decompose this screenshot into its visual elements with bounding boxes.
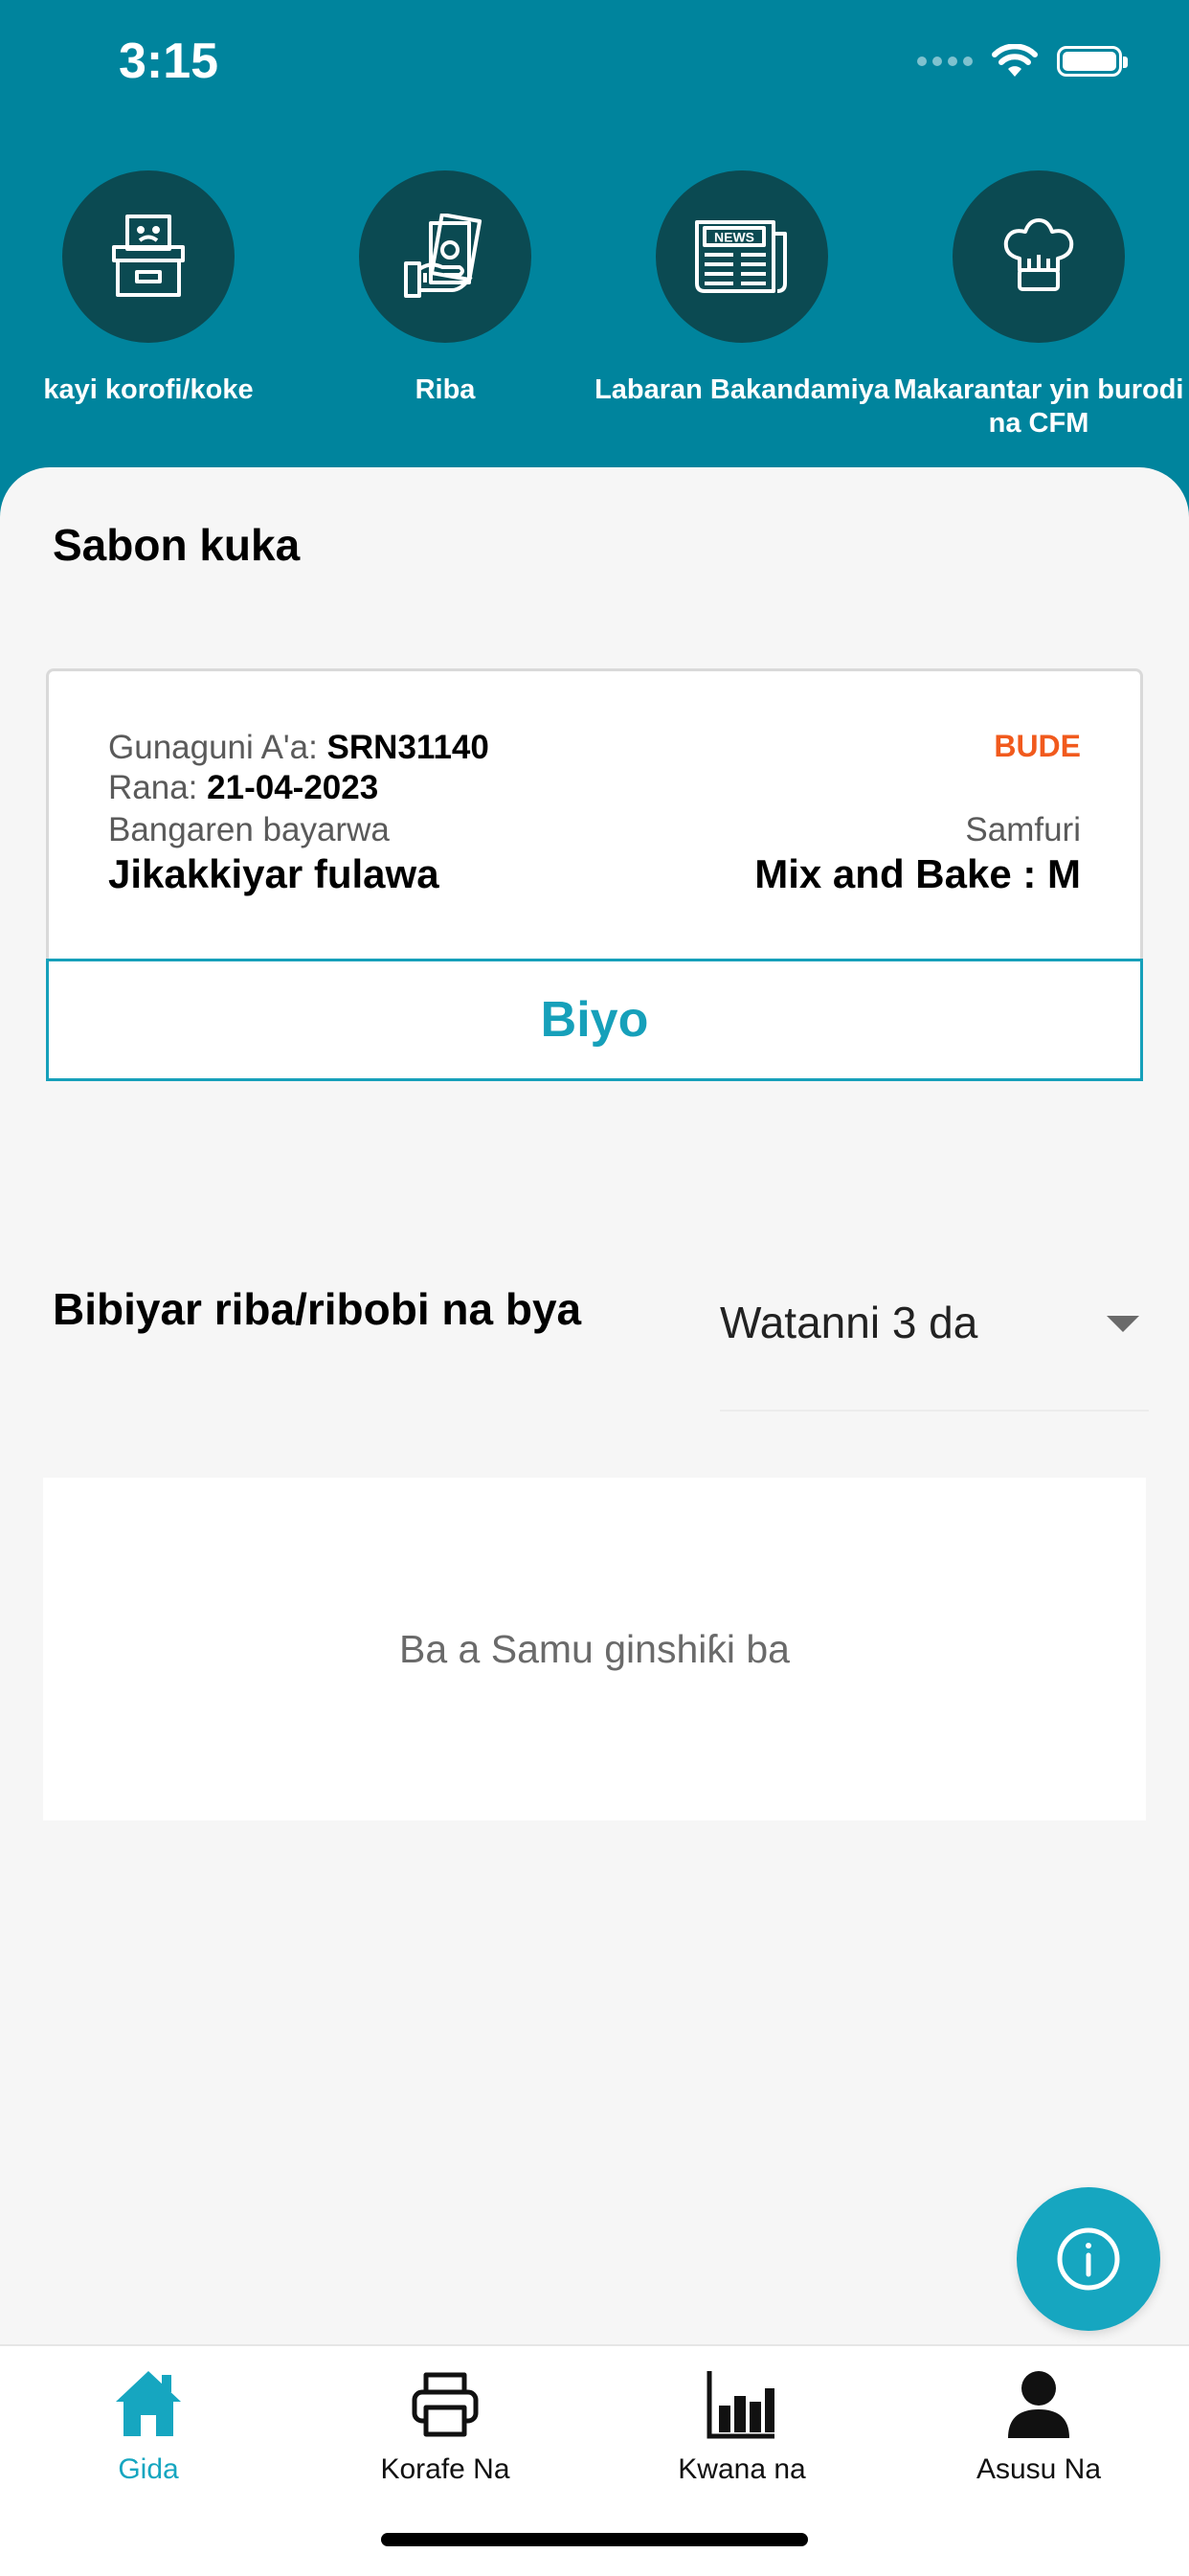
signal-icon <box>917 56 973 66</box>
nav-home[interactable]: Gida <box>0 2346 297 2509</box>
quick-action-baking-school-circle[interactable] <box>953 170 1125 343</box>
complaint-date-row: Rana: 21-04-2023 <box>108 769 378 807</box>
newspaper-icon: NEWS <box>695 220 787 293</box>
rewards-chart-panel: Ba a Samu ginshiƙi ba <box>43 1478 1146 1820</box>
quick-action-rewards[interactable]: Riba <box>297 170 594 407</box>
period-dropdown[interactable]: Watanni 3 da <box>720 1283 1149 1412</box>
nav-home-label: Gida <box>118 2453 179 2485</box>
complaint-number-label: Gunaguni A'a: <box>108 729 318 766</box>
quick-action-news-circle[interactable]: NEWS <box>656 170 828 343</box>
bar-chart-icon <box>707 2371 774 2439</box>
quick-action-news[interactable]: NEWS Labaran Bakandamiya <box>594 170 890 407</box>
quick-actions: kayi korofi/koke Riba NEWS Labaran Bakan… <box>0 170 1189 458</box>
printer-icon <box>412 2372 479 2437</box>
wifi-icon <box>992 44 1038 77</box>
battery-icon <box>1057 46 1128 77</box>
caret-down-icon <box>1107 1316 1139 1332</box>
nav-complaints[interactable]: Korafe Na <box>297 2346 594 2509</box>
status-badge: BUDE <box>994 729 1081 763</box>
quick-action-baking-school[interactable]: Makarantar yin burodi na CFM <box>890 170 1187 441</box>
complaint-card[interactable]: Gunaguni A'a: SRN31140 BUDE Rana: 21-04-… <box>46 668 1143 1081</box>
complaint-date-label: Rana: <box>108 769 198 806</box>
recent-complaint-title: Sabon kuka <box>53 520 301 570</box>
product-label: Samfuri <box>965 811 1081 848</box>
app-header: 3:15 kayi korofi/koke Riba NEWS Labaran … <box>0 0 1189 536</box>
info-icon <box>1057 2227 1120 2291</box>
category-value: Jikakkiyar fulawa <box>108 851 439 896</box>
chef-hat-icon <box>1003 218 1074 291</box>
quick-action-rewards-circle[interactable] <box>359 170 531 343</box>
nav-stats-label: Kwana na <box>678 2453 806 2485</box>
nav-complaints-label: Korafe Na <box>380 2453 510 2485</box>
home-indicator <box>381 2533 808 2546</box>
complaint-number: SRN31140 <box>326 729 489 766</box>
complaint-date: 21-04-2023 <box>207 769 379 806</box>
nav-account[interactable]: Asusu Na <box>890 2346 1187 2509</box>
follow-button[interactable]: Biyo <box>46 959 1143 1081</box>
status-icons <box>917 44 1128 79</box>
home-icon <box>116 2371 181 2436</box>
period-selected: Watanni 3 da <box>720 1298 978 1347</box>
quick-action-label: Labaran Bakandamiya <box>594 374 889 405</box>
product-value: Mix and Bake : M <box>754 851 1081 896</box>
status-time: 3:15 <box>119 34 219 89</box>
quick-action-complaint-circle[interactable] <box>62 170 235 343</box>
info-button[interactable] <box>1017 2187 1160 2331</box>
user-icon <box>1008 2371 1069 2438</box>
empty-chart-message: Ba a Samu ginshiƙi ba <box>399 1626 790 1671</box>
quick-action-label: Riba <box>415 374 476 405</box>
complaint-number-row: Gunaguni A'a: SRN31140 <box>108 729 489 767</box>
category-label: Bangaren bayarwa <box>108 811 390 848</box>
quick-action-complaint[interactable]: kayi korofi/koke <box>0 170 297 407</box>
nav-stats[interactable]: Kwana na <box>594 2346 890 2509</box>
news-icon-text: NEWS <box>714 230 754 245</box>
quick-action-label: Makarantar yin burodi na CFM <box>893 374 1184 439</box>
nav-account-label: Asusu Na <box>976 2453 1102 2485</box>
money-hand-icon <box>404 214 482 298</box>
rewards-title: Bibiyar riba/ribobi na bya <box>53 1284 582 1334</box>
quick-action-label: kayi korofi/koke <box>43 374 254 405</box>
complaint-box-icon <box>112 215 185 297</box>
